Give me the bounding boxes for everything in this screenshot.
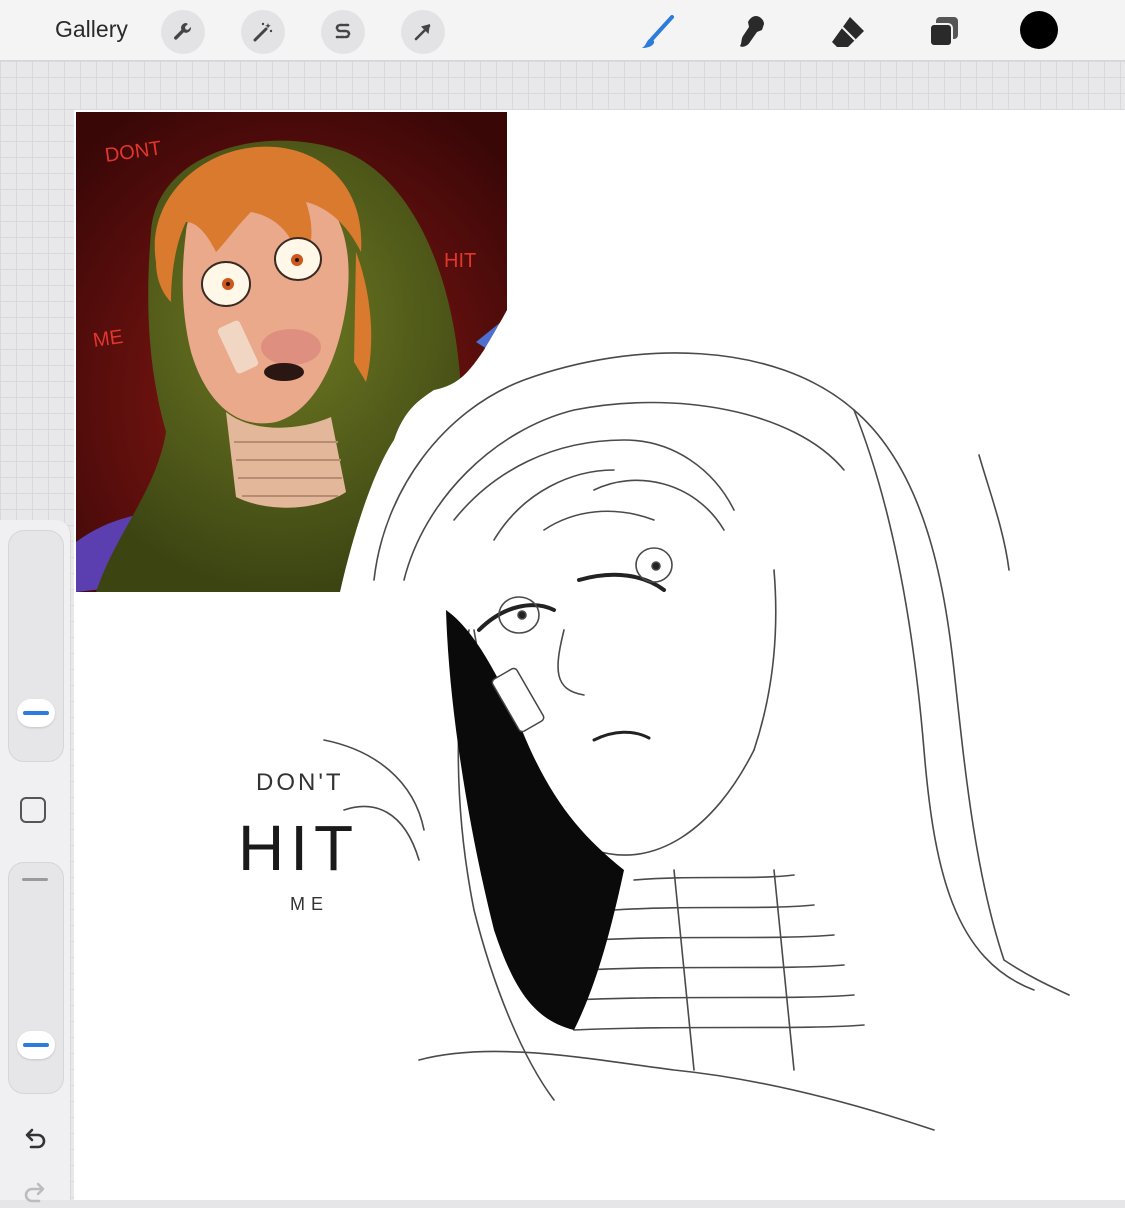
undo-icon (25, 1128, 46, 1149)
adjustments-button[interactable] (241, 10, 285, 54)
redo-icon (24, 1182, 45, 1203)
left-sidebar (0, 520, 71, 1203)
brush-icon (642, 15, 674, 48)
modify-button[interactable] (20, 797, 46, 823)
undo-button[interactable] (18, 1124, 52, 1154)
gallery-button[interactable]: Gallery (55, 16, 128, 43)
sketch-text-me: ME (290, 894, 329, 914)
sketch-text-hit: HIT (238, 812, 359, 884)
opacity-handle[interactable] (17, 1030, 55, 1059)
top-toolbar: Gallery (0, 0, 1125, 61)
color-picker-button[interactable] (1020, 11, 1058, 49)
actions-button[interactable] (161, 10, 205, 54)
opacity-marker (22, 878, 48, 881)
sketch-text-dont: DON'T (256, 769, 344, 796)
selection-button[interactable] (321, 10, 365, 54)
wrench-icon (174, 23, 191, 40)
transform-arrow-icon (414, 24, 431, 41)
layers-button[interactable] (920, 8, 968, 56)
brush-tool-button[interactable] (634, 8, 682, 56)
transform-button[interactable] (401, 10, 445, 54)
opacity-slider[interactable] (8, 862, 64, 1094)
selection-s-icon (335, 23, 351, 39)
smudge-tool-button[interactable] (728, 8, 776, 56)
redo-button[interactable] (18, 1178, 52, 1208)
eraser-icon (832, 17, 864, 47)
brush-size-slider[interactable] (8, 530, 64, 762)
sketch-artwork: DON'T HIT ME (238, 310, 1070, 1131)
smudge-icon (740, 16, 764, 47)
magic-wand-icon (253, 22, 273, 42)
eraser-tool-button[interactable] (824, 8, 872, 56)
layers-icon (929, 17, 958, 47)
brush-size-handle[interactable] (17, 698, 55, 727)
